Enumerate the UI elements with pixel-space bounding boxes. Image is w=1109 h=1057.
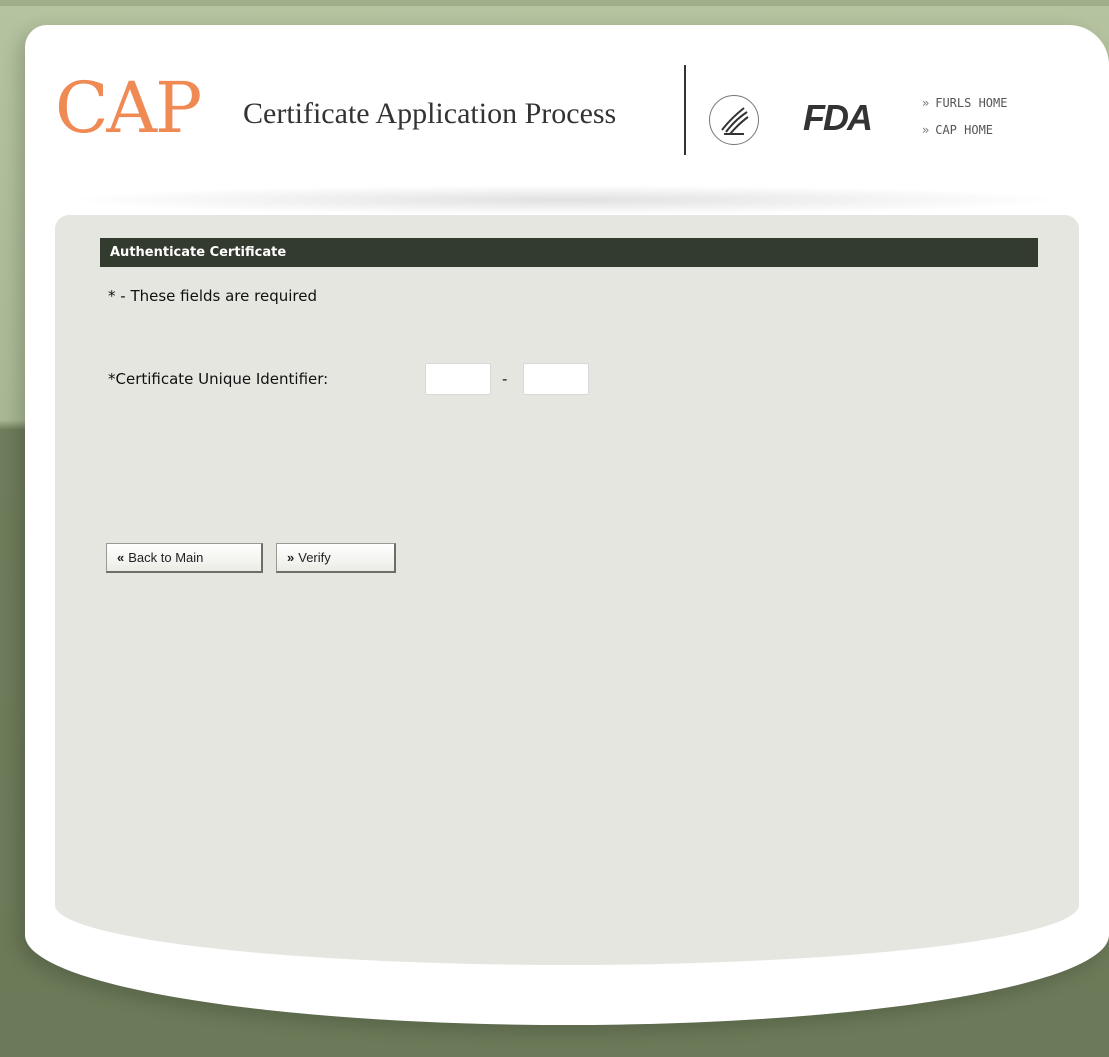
content-panel: Authenticate Certificate * - These field… bbox=[55, 215, 1079, 965]
hhs-seal-icon bbox=[709, 95, 759, 145]
header-divider bbox=[684, 65, 686, 155]
back-to-main-label: Back to Main bbox=[128, 549, 204, 565]
cap-logo: CAP bbox=[55, 67, 202, 149]
required-fields-note: * - These fields are required bbox=[108, 287, 317, 305]
verify-label: Verify bbox=[298, 549, 331, 565]
section-title: Authenticate Certificate bbox=[100, 238, 1038, 267]
cuid-part1-input[interactable] bbox=[425, 363, 491, 395]
cap-home-link[interactable]: » CAP HOME bbox=[922, 123, 993, 137]
double-chevron-right-icon: » bbox=[287, 549, 295, 565]
double-chevron-left-icon: « bbox=[117, 549, 125, 565]
furls-home-link[interactable]: » FURLS HOME bbox=[922, 96, 1007, 110]
verify-button[interactable]: » Verify bbox=[276, 543, 396, 573]
fda-logo: FDA bbox=[803, 97, 873, 138]
page-card: CAP Certificate Application Process FDA … bbox=[25, 25, 1109, 1025]
cap-home-label: CAP HOME bbox=[935, 123, 994, 137]
furls-home-label: FURLS HOME bbox=[935, 96, 1008, 110]
cuid-separator: - bbox=[502, 370, 508, 388]
top-border bbox=[0, 0, 1109, 6]
header-shadow bbox=[65, 185, 1065, 215]
cuid-label: *Certificate Unique Identifier: bbox=[108, 370, 329, 388]
cuid-part2-input[interactable] bbox=[523, 363, 589, 395]
double-chevron-right-icon: » bbox=[922, 96, 930, 110]
double-chevron-right-icon: » bbox=[922, 123, 930, 137]
cap-logo-subtitle: Certificate Application Process bbox=[243, 97, 617, 130]
site-header: CAP Certificate Application Process FDA … bbox=[25, 25, 1109, 215]
back-to-main-button[interactable]: «Back to Main bbox=[106, 543, 263, 573]
